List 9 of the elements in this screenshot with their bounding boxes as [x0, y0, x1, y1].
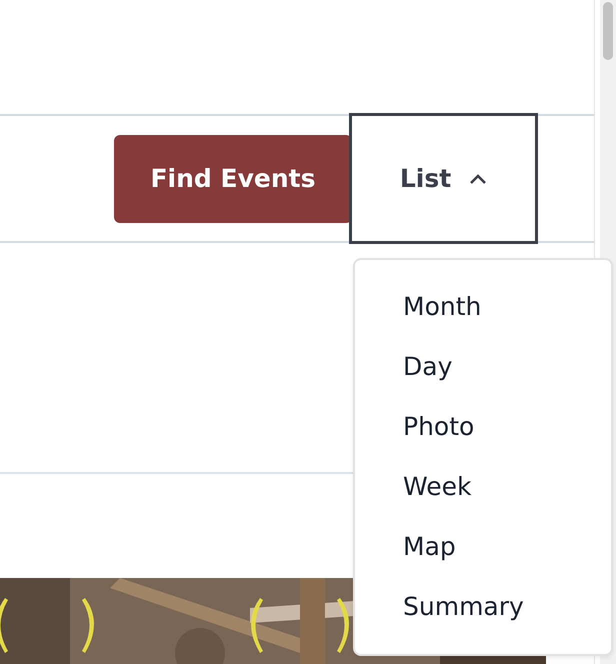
- menu-item[interactable]: Day: [355, 337, 611, 397]
- chevron-up-icon: [469, 172, 488, 184]
- menu-item[interactable]: Map: [355, 517, 611, 577]
- menu-item[interactable]: Photo: [355, 397, 611, 457]
- menu-item[interactable]: Summary: [355, 577, 611, 637]
- menu-item[interactable]: Week: [355, 457, 611, 517]
- view-selector[interactable]: List: [349, 113, 538, 244]
- menu-item[interactable]: Month: [355, 277, 611, 337]
- find-events-button[interactable]: Find Events: [114, 134, 352, 222]
